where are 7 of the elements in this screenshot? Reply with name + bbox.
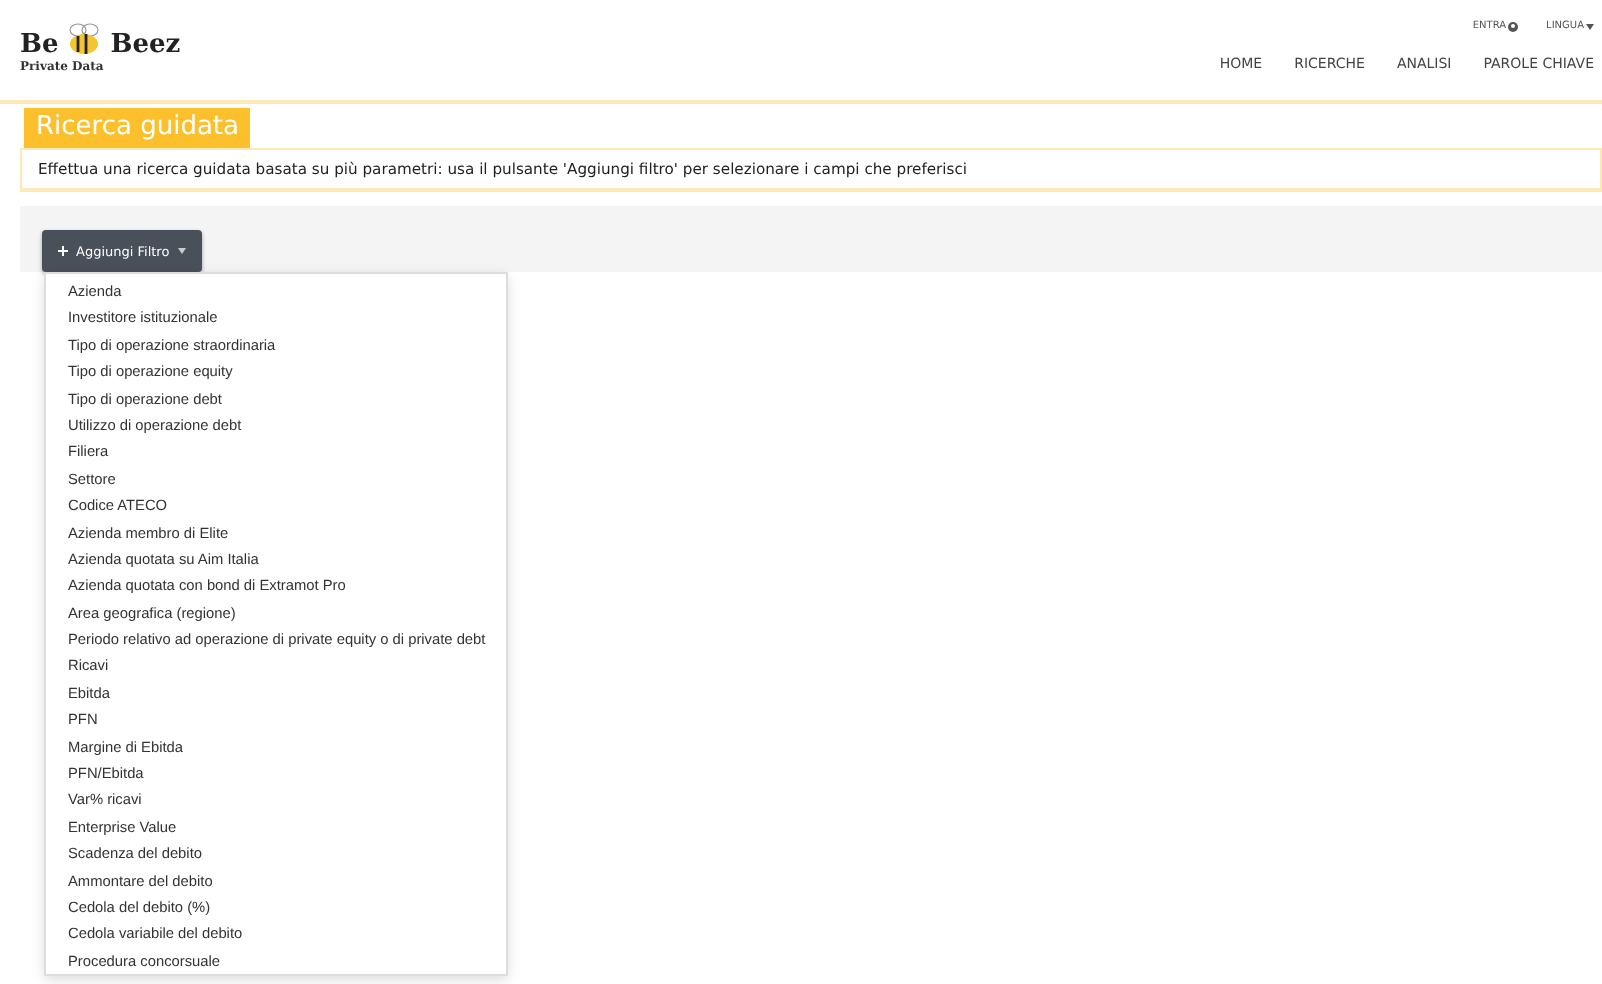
logo-text: Beez: [110, 30, 181, 60]
plus-icon: [58, 246, 68, 256]
page-title: Ricerca guidata: [24, 108, 251, 148]
caret-icon: [177, 248, 186, 254]
user-icon: [1508, 21, 1519, 31]
caret-icon: [1586, 23, 1594, 29]
logo-text: Be: [20, 30, 59, 60]
